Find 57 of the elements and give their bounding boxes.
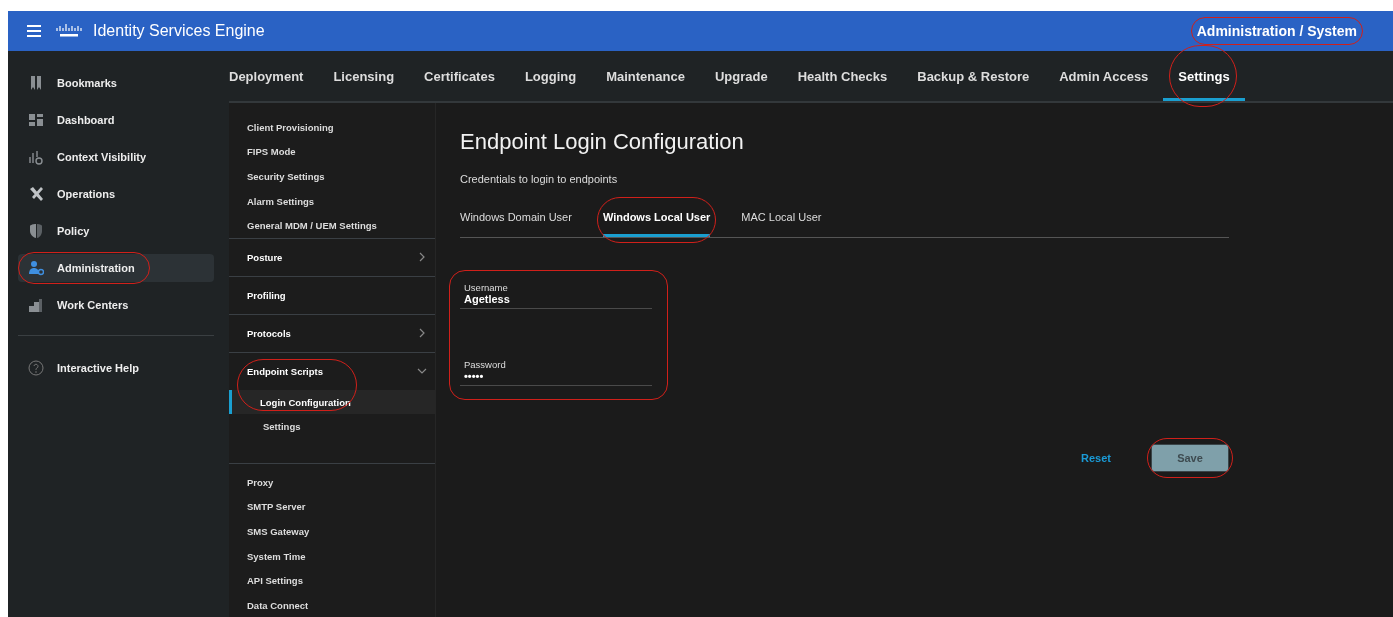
menu-item[interactable]: Data Connect: [229, 592, 435, 617]
nav-tab[interactable]: Upgrade: [699, 51, 783, 101]
menu-group[interactable]: Endpoint Scripts: [229, 352, 435, 390]
menu-item[interactable]: Login Configuration: [229, 389, 435, 415]
menu-item[interactable]: General MDM / UEM Settings: [229, 213, 435, 238]
nav-tab[interactable]: Certificates: [409, 51, 510, 101]
reset-link[interactable]: Reset: [1081, 452, 1111, 464]
user-tab[interactable]: Windows Local User: [602, 207, 711, 237]
nav-tab[interactable]: Settings: [1163, 51, 1245, 101]
dashboard-icon: [28, 112, 44, 128]
menu-group[interactable]: Posture: [229, 238, 435, 276]
nav-tab[interactable]: Admin Access: [1044, 51, 1164, 101]
menu-item[interactable]: Proxy: [229, 469, 435, 495]
logo-icon: [55, 24, 83, 38]
menu-item[interactable]: SMS Gateway: [229, 519, 435, 544]
menu-icon[interactable]: [27, 25, 41, 37]
user-tab[interactable]: Windows Domain User: [460, 207, 572, 237]
menu-item[interactable]: Alarm Settings: [229, 188, 435, 214]
sidebar-item[interactable]: Interactive Help: [18, 354, 214, 382]
nav-tab[interactable]: Logging: [509, 51, 592, 101]
user-gear-icon: [28, 260, 44, 276]
nav-tab[interactable]: Licensing: [318, 51, 410, 101]
nav-tab[interactable]: Backup & Restore: [902, 51, 1045, 101]
page-title: Endpoint Login Configuration: [460, 129, 745, 155]
menu-item[interactable]: SMTP Server: [229, 494, 435, 520]
menu-item[interactable]: System Time: [229, 543, 435, 569]
help-icon: [28, 360, 44, 376]
menu-item[interactable]: Security Settings: [229, 164, 435, 189]
chevron-right-icon: [417, 252, 427, 263]
sidebar-item[interactable]: Operations: [18, 180, 214, 208]
shield-icon: [28, 223, 44, 239]
bookmark-icon: [28, 75, 44, 91]
sidebar-item[interactable]: Policy: [18, 217, 214, 245]
sidebar-item[interactable]: Bookmarks: [18, 69, 214, 97]
sidebar-item[interactable]: Context Visibility: [18, 143, 214, 171]
nav-tab[interactable]: Maintenance: [591, 51, 700, 101]
menu-item[interactable]: Settings: [229, 414, 435, 439]
chart-icon: [28, 149, 44, 165]
chevron-right-icon: [417, 328, 427, 339]
menu-item[interactable]: Client Provisioning: [229, 115, 435, 140]
nav-tab[interactable]: Deployment: [229, 51, 319, 101]
breadcrumb: Administration / System: [1196, 23, 1357, 39]
sidebar-item[interactable]: Administration: [18, 254, 214, 282]
menu-item[interactable]: FIPS Mode: [229, 139, 435, 165]
user-tab[interactable]: MAC Local User: [741, 207, 822, 237]
tools-icon: [28, 186, 44, 202]
sidebar-item[interactable]: Work Centers: [18, 291, 214, 319]
menu-group[interactable]: Protocols: [229, 314, 435, 352]
menu-item[interactable]: API Settings: [229, 568, 435, 593]
sidebar-item[interactable]: Dashboard: [18, 106, 214, 134]
input-field[interactable]: Username Agetless: [460, 282, 652, 309]
nav-tab[interactable]: Health Checks: [782, 51, 903, 101]
input-field[interactable]: Password •••••: [460, 359, 652, 386]
page-subtitle: Credentials to login to endpoints: [460, 173, 619, 185]
building-icon: [28, 297, 44, 313]
menu-item[interactable]: Profiling: [229, 276, 435, 314]
app-title: Identity Services Engine: [93, 22, 265, 40]
